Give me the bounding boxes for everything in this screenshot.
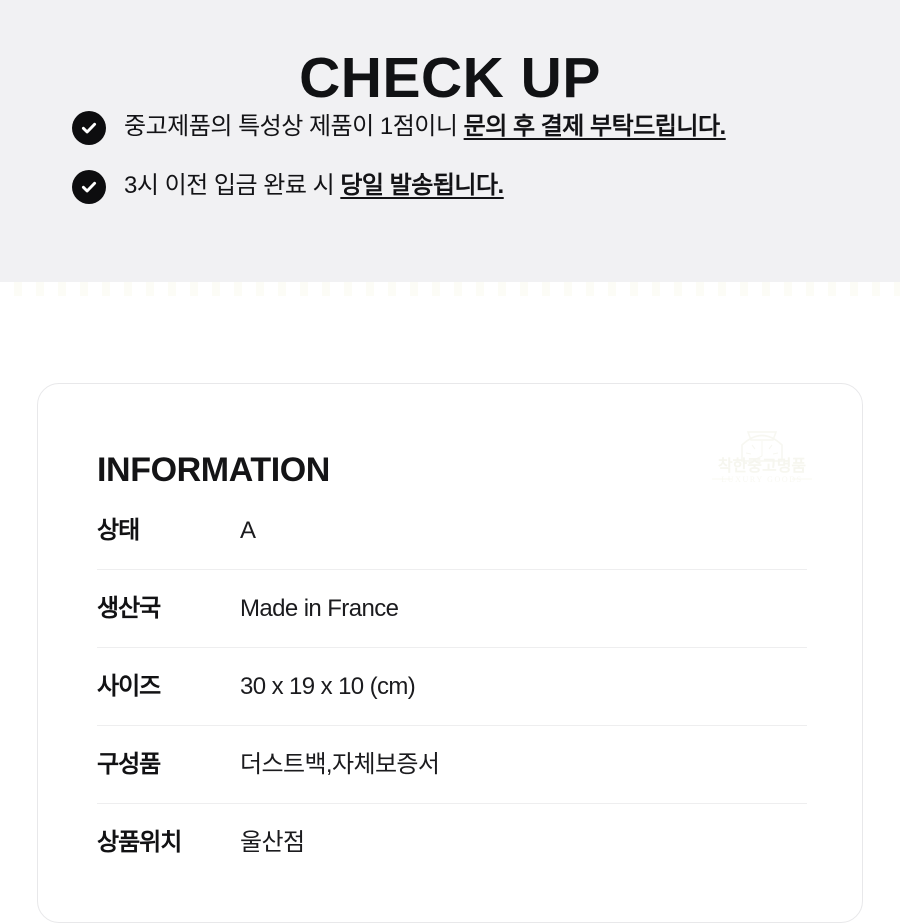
table-row: 사이즈 30 x 19 x 10 (cm) bbox=[97, 647, 807, 725]
information-card-header: INFORMATION 착한중고명품 LUXURY GOODS bbox=[38, 384, 862, 492]
checkup-bullet-item: 3시 이전 입금 완료 시 당일 발송됩니다. bbox=[72, 169, 872, 204]
table-row-value: 더스트백,자체보증서 bbox=[240, 750, 440, 778]
table-row-value: Made in France bbox=[240, 594, 399, 622]
information-table: 상태 A 생산국 Made in France 사이즈 30 x 19 x 10… bbox=[97, 492, 807, 881]
checkup-title: CHECK UP bbox=[299, 46, 601, 111]
table-row: 상태 A bbox=[97, 492, 807, 569]
checkup-bullet-text-normal: 3시 이전 입금 완료 시 bbox=[124, 172, 341, 199]
table-row: 상품위치 울산점 bbox=[97, 803, 807, 881]
checkup-bullet-text: 중고제품의 특성상 제품이 1점이니 문의 후 결제 부탁드립니다. bbox=[124, 110, 726, 144]
table-row-value: 울산점 bbox=[240, 828, 305, 856]
information-card: INFORMATION 착한중고명품 LUXURY GOODS 상태 A 생산국… bbox=[37, 383, 863, 923]
table-row-label: 사이즈 bbox=[97, 672, 161, 700]
checkup-bullet-text-emphasis: 문의 후 결제 부탁드립니다. bbox=[463, 113, 727, 140]
table-row: 생산국 Made in France bbox=[97, 569, 807, 647]
table-row-label: 상태 bbox=[97, 516, 140, 544]
table-row-label: 구성품 bbox=[97, 750, 161, 778]
checkup-section: CHECK UP 중고제품의 특성상 제품이 1점이니 문의 후 결제 부탁드립… bbox=[0, 0, 900, 282]
watermark-subtitle: LUXURY GOODS bbox=[721, 475, 802, 484]
checkup-bullet-item: 중고제품의 특성상 제품이 1점이니 문의 후 결제 부탁드립니다. bbox=[72, 110, 872, 145]
checkup-bullet-text-emphasis: 당일 발송됩니다. bbox=[340, 172, 504, 199]
information-title: INFORMATION bbox=[97, 451, 330, 490]
table-row-value: 30 x 19 x 10 (cm) bbox=[240, 672, 416, 700]
background-texture bbox=[0, 282, 900, 296]
checkup-bullet-text: 3시 이전 입금 완료 시 당일 발송됩니다. bbox=[124, 169, 504, 203]
table-row-value: A bbox=[240, 516, 256, 544]
watermark-brand-name: 착한중고명품 bbox=[718, 456, 807, 475]
checkup-bullet-list: 중고제품의 특성상 제품이 1점이니 문의 후 결제 부탁드립니다. 3시 이전… bbox=[72, 110, 872, 228]
table-row-label: 상품위치 bbox=[97, 828, 182, 856]
product-detail-page: CHECK UP 중고제품의 특성상 제품이 1점이니 문의 후 결제 부탁드립… bbox=[0, 0, 900, 923]
check-circle-icon bbox=[72, 170, 106, 204]
check-circle-icon bbox=[72, 111, 106, 145]
table-row-label: 생산국 bbox=[97, 594, 161, 622]
table-row: 구성품 더스트백,자체보증서 bbox=[97, 725, 807, 803]
brand-watermark: 착한중고명품 LUXURY GOODS bbox=[698, 423, 826, 485]
checkup-bullet-text-normal: 중고제품의 특성상 제품이 1점이니 bbox=[124, 113, 464, 140]
